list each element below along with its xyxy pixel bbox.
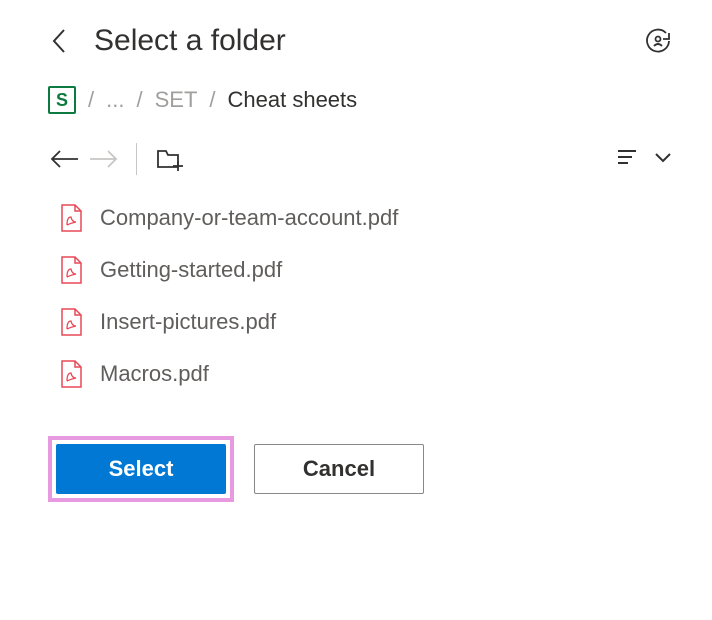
file-name: Macros.pdf: [100, 361, 209, 387]
toolbar-divider: [136, 143, 137, 175]
file-name: Company-or-team-account.pdf: [100, 205, 398, 231]
nav-back-button[interactable]: [48, 142, 82, 176]
file-list: Company-or-team-account.pdf Getting-star…: [60, 204, 672, 388]
app-icon[interactable]: S: [48, 86, 76, 114]
list-item[interactable]: Macros.pdf: [60, 360, 672, 388]
breadcrumb-ellipsis[interactable]: ...: [106, 87, 124, 113]
file-name: Insert-pictures.pdf: [100, 309, 276, 335]
new-folder-button[interactable]: [153, 142, 187, 176]
select-highlight: Select: [48, 436, 234, 502]
pdf-icon: [60, 256, 82, 284]
breadcrumb-separator: /: [209, 87, 215, 113]
breadcrumb-current: Cheat sheets: [228, 87, 358, 113]
cancel-button[interactable]: Cancel: [254, 444, 424, 494]
list-item[interactable]: Getting-started.pdf: [60, 256, 672, 284]
pdf-icon: [60, 308, 82, 336]
list-item[interactable]: Company-or-team-account.pdf: [60, 204, 672, 232]
dialog-footer: Select Cancel: [48, 436, 672, 502]
back-chevron-icon[interactable]: [48, 30, 70, 52]
pdf-icon: [60, 360, 82, 388]
breadcrumb: S / ... / SET / Cheat sheets: [48, 86, 672, 114]
nav-forward-button[interactable]: [86, 142, 120, 176]
pdf-icon: [60, 204, 82, 232]
dialog-header: Select a folder: [48, 24, 672, 58]
breadcrumb-separator: /: [136, 87, 142, 113]
breadcrumb-separator: /: [88, 87, 94, 113]
list-item[interactable]: Insert-pictures.pdf: [60, 308, 672, 336]
chevron-down-icon[interactable]: [654, 150, 672, 168]
refresh-person-icon[interactable]: [644, 27, 672, 55]
sort-icon[interactable]: [618, 148, 640, 171]
toolbar: [48, 142, 672, 176]
file-name: Getting-started.pdf: [100, 257, 282, 283]
dialog-title: Select a folder: [94, 24, 286, 58]
select-button[interactable]: Select: [56, 444, 226, 494]
breadcrumb-parent[interactable]: SET: [155, 87, 198, 113]
